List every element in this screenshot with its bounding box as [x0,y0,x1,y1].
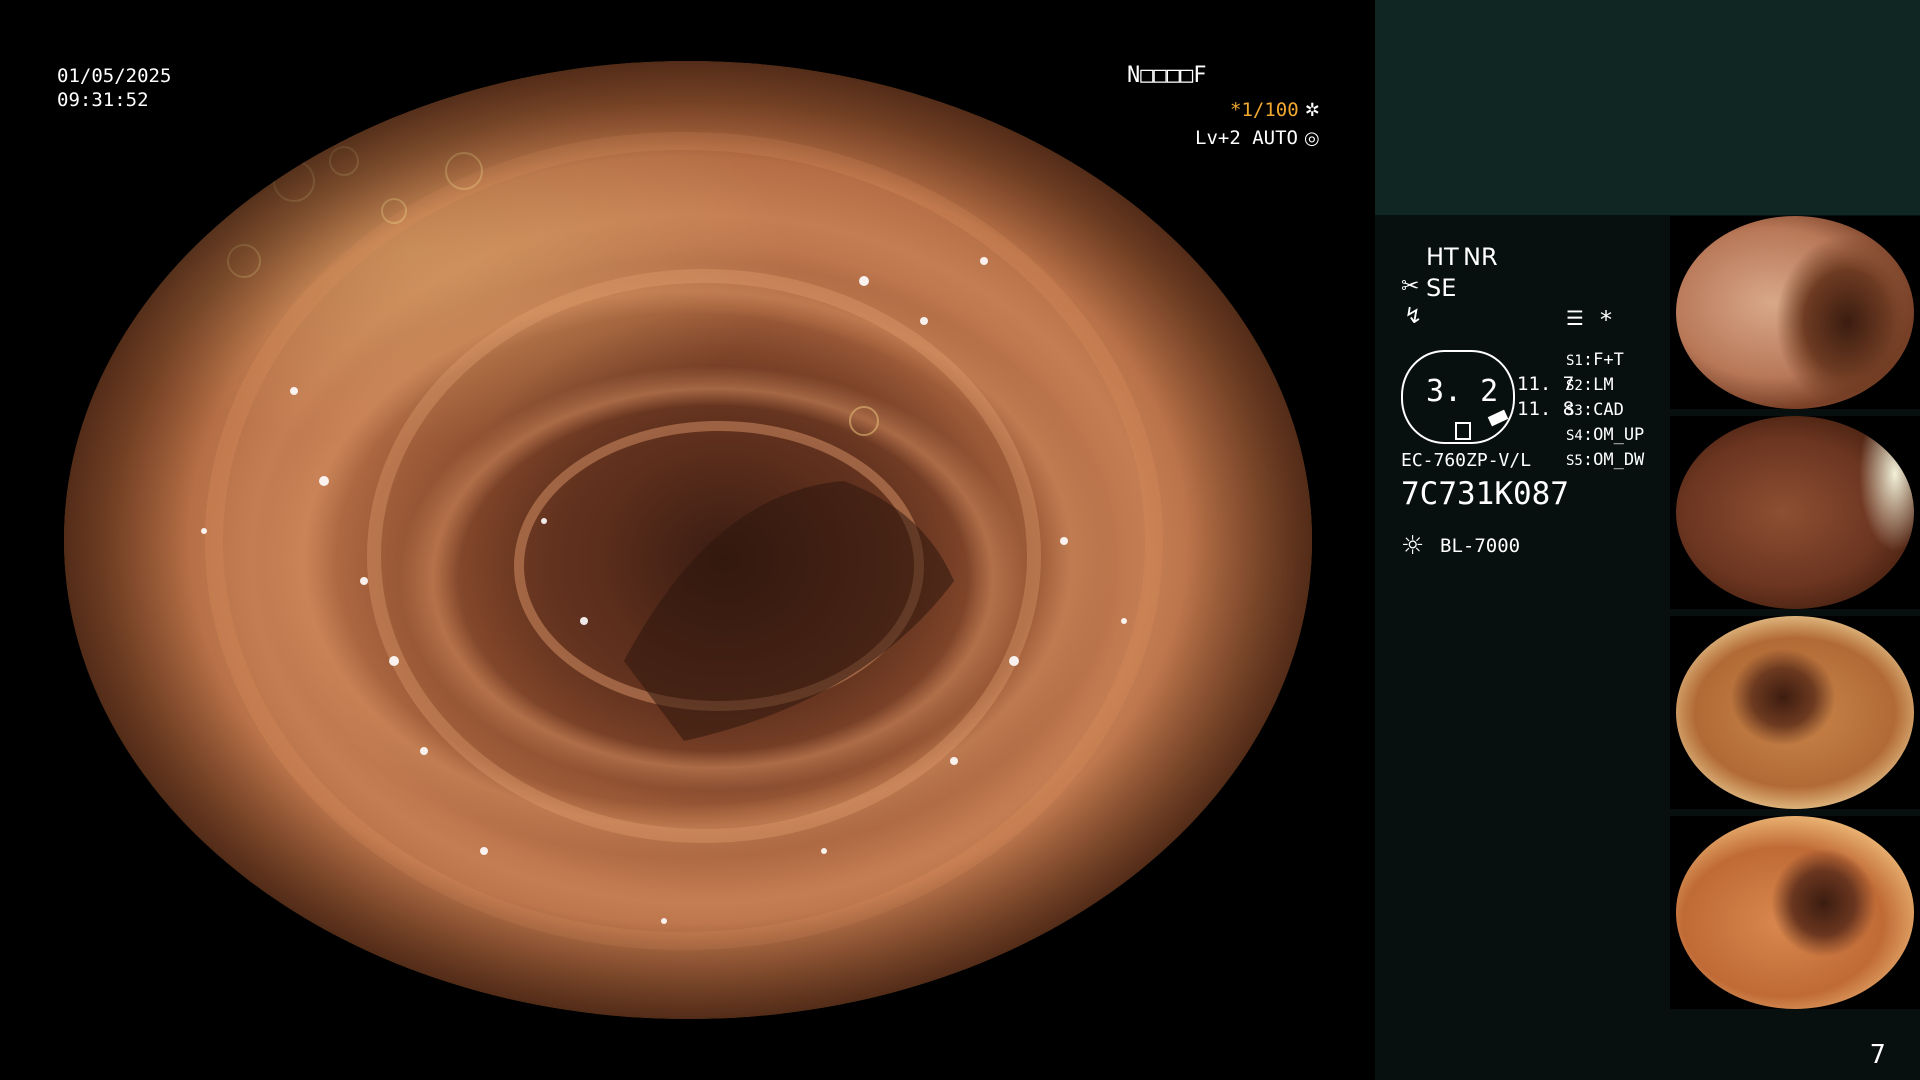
preset-s2: S2:LM [1566,375,1614,395]
scope-model: EC-760ZP-V/L [1401,450,1532,471]
iris-icon: ◎ [1304,128,1320,149]
thumbnail-image [1676,216,1914,409]
se-label: SE [1426,274,1457,302]
preset-s5: S5:OM_DW [1566,450,1645,470]
time-label: 09:31:52 [57,89,149,111]
thumbnail-3[interactable] [1670,616,1920,809]
date-label: 01/05/2025 [57,65,172,87]
mucosa-detail [201,132,1163,950]
endoscope-viewer: 01/05/2025 09:31:52 N□□□□F *1/100 ✲ Lv+2… [0,0,1375,1080]
side-panel-header [1375,0,1920,215]
preset-s3: S3:CAD [1566,400,1624,420]
preset-s1: S1:F+T [1566,350,1624,370]
thumbnail-image [1676,416,1914,609]
endoscopic-image [64,61,1312,1019]
level-readout: Lv+2 AUTO ◎ [1195,126,1320,151]
thumbnail-2[interactable] [1670,416,1920,609]
thumbnail-1[interactable] [1670,216,1920,409]
shutter-readout: *1/100 ✲ [1230,98,1320,123]
thumbnail-4[interactable] [1670,816,1920,1009]
sun-icon: ☼ [1401,531,1425,561]
scissors-icon: ✂ [1401,274,1420,299]
preset-s4: S4:OM_UP [1566,425,1645,445]
light-source: BL-7000 [1440,535,1521,557]
gauge-value: 3. 2 [1426,374,1499,409]
thumbnail-image [1676,616,1914,809]
shutter-icon: ✲ [1304,100,1320,121]
star-label: * [1600,306,1612,334]
scope-serial: 7C731K087 [1401,476,1569,512]
ht-label: HT [1426,243,1459,271]
gauge-marker [1455,422,1471,440]
lightning-icon: ↯ [1404,304,1423,329]
nr-label: NR [1463,243,1498,271]
patient-id: N□□□□F [1127,63,1207,88]
thumbnail-image [1676,816,1914,1009]
level-value: Lv+2 AUTO [1195,127,1298,149]
document-icon: ☰ [1566,306,1584,330]
shutter-value: *1/100 [1230,99,1299,121]
page-number: 7 [1870,1040,1886,1070]
